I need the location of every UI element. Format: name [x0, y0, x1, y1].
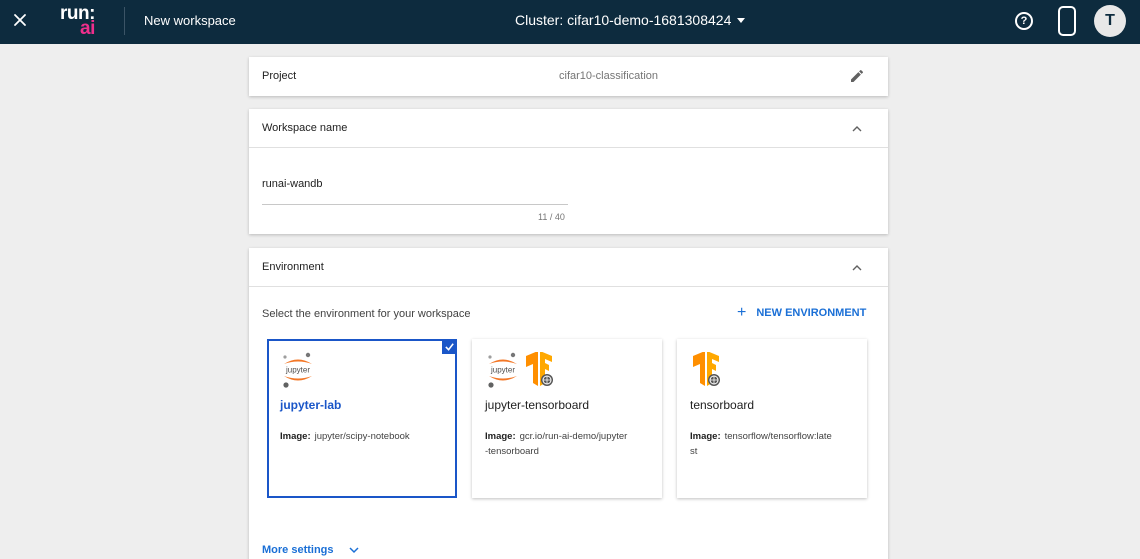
- top-bar: run: ai New workspace Cluster: cifar10-d…: [0, 0, 1140, 44]
- project-value: cifar10-classification: [559, 70, 659, 82]
- help-icon[interactable]: ?: [1015, 12, 1033, 30]
- tensorflow-icon: [693, 352, 720, 386]
- svg-text:jupyter: jupyter: [285, 366, 310, 375]
- image-value: jupyter/scipy-notebook: [314, 431, 410, 442]
- workspace-name-header[interactable]: Workspace name: [249, 109, 888, 148]
- tensorflow-icon: [526, 352, 553, 386]
- environment-option-jupyter-tensorboard[interactable]: jupyter jupyter-tensorboard Image: gcr.io…: [472, 339, 662, 498]
- environment-name: jupyter-lab: [280, 398, 342, 412]
- chevron-down-icon: [348, 547, 359, 554]
- caret-down-icon: [737, 17, 746, 23]
- environment-card: Environment Select the environment for y…: [249, 248, 888, 559]
- jupyter-icon: jupyter: [488, 352, 517, 388]
- environment-icons: [690, 352, 724, 388]
- environment-image: Image: gcr.io/run-ai-demo/jupyter -tensorb…: [485, 429, 655, 459]
- checkmark-icon: [442, 339, 457, 354]
- runai-logo[interactable]: run: ai: [58, 3, 102, 39]
- environment-option-jupyter-lab[interactable]: jupyter jupyter-lab Image: jupyter/scipy-…: [267, 339, 457, 498]
- close-icon[interactable]: [9, 9, 31, 31]
- image-value-continued: st: [690, 446, 698, 457]
- character-counter: 11 / 40: [538, 212, 565, 222]
- cluster-label: Cluster: cifar10-demo-1681308424: [515, 12, 732, 28]
- environment-image: Image: tensorflow/tensorflow:late st: [690, 429, 860, 459]
- image-value-continued: -tensorboard: [485, 446, 539, 457]
- avatar[interactable]: T: [1094, 5, 1126, 37]
- environment-name: tensorboard: [690, 398, 755, 412]
- project-card: Project cifar10-classification: [249, 57, 888, 96]
- new-environment-label: NEW ENVIRONMENT: [756, 307, 867, 319]
- divider: [124, 7, 125, 35]
- image-value: gcr.io/run-ai-demo/jupyter: [519, 431, 628, 442]
- logo-text-ai: ai: [80, 18, 95, 39]
- workspace-name-title: Workspace name: [262, 122, 348, 134]
- environment-icons: jupyter: [485, 352, 557, 388]
- new-environment-button[interactable]: + NEW ENVIRONMENT: [737, 304, 867, 321]
- image-label: Image:: [485, 431, 516, 442]
- environment-title: Environment: [262, 261, 324, 273]
- environment-prompt: Select the environment for your workspac…: [262, 308, 471, 320]
- mobile-device-icon[interactable]: [1058, 6, 1076, 36]
- chevron-up-icon[interactable]: [850, 122, 864, 136]
- svg-text:jupyter: jupyter: [490, 366, 515, 375]
- environment-icons: jupyter: [280, 352, 316, 388]
- environment-option-tensorboard[interactable]: tensorboard Image: tensorflow/tensorflow:…: [677, 339, 867, 498]
- page-title: New workspace: [144, 13, 236, 28]
- cluster-selector[interactable]: Cluster: cifar10-demo-1681308424: [515, 12, 746, 28]
- workspace-name-card: Workspace name 11 / 40: [249, 109, 888, 234]
- image-label: Image:: [690, 431, 721, 442]
- environment-image: Image: jupyter/scipy-notebook: [280, 429, 450, 444]
- chevron-up-icon[interactable]: [850, 261, 864, 275]
- pencil-icon[interactable]: [849, 68, 865, 84]
- environment-header[interactable]: Environment: [249, 248, 888, 287]
- more-settings-toggle[interactable]: More settings: [262, 544, 360, 556]
- image-value: tensorflow/tensorflow:late: [724, 431, 832, 442]
- environment-name: jupyter-tensorboard: [485, 398, 590, 412]
- jupyter-icon: jupyter: [283, 352, 312, 388]
- workspace-name-input[interactable]: [262, 178, 568, 205]
- plus-icon: +: [737, 304, 747, 321]
- project-label: Project: [262, 70, 297, 82]
- image-label: Image:: [280, 431, 311, 442]
- more-settings-label: More settings: [262, 544, 334, 556]
